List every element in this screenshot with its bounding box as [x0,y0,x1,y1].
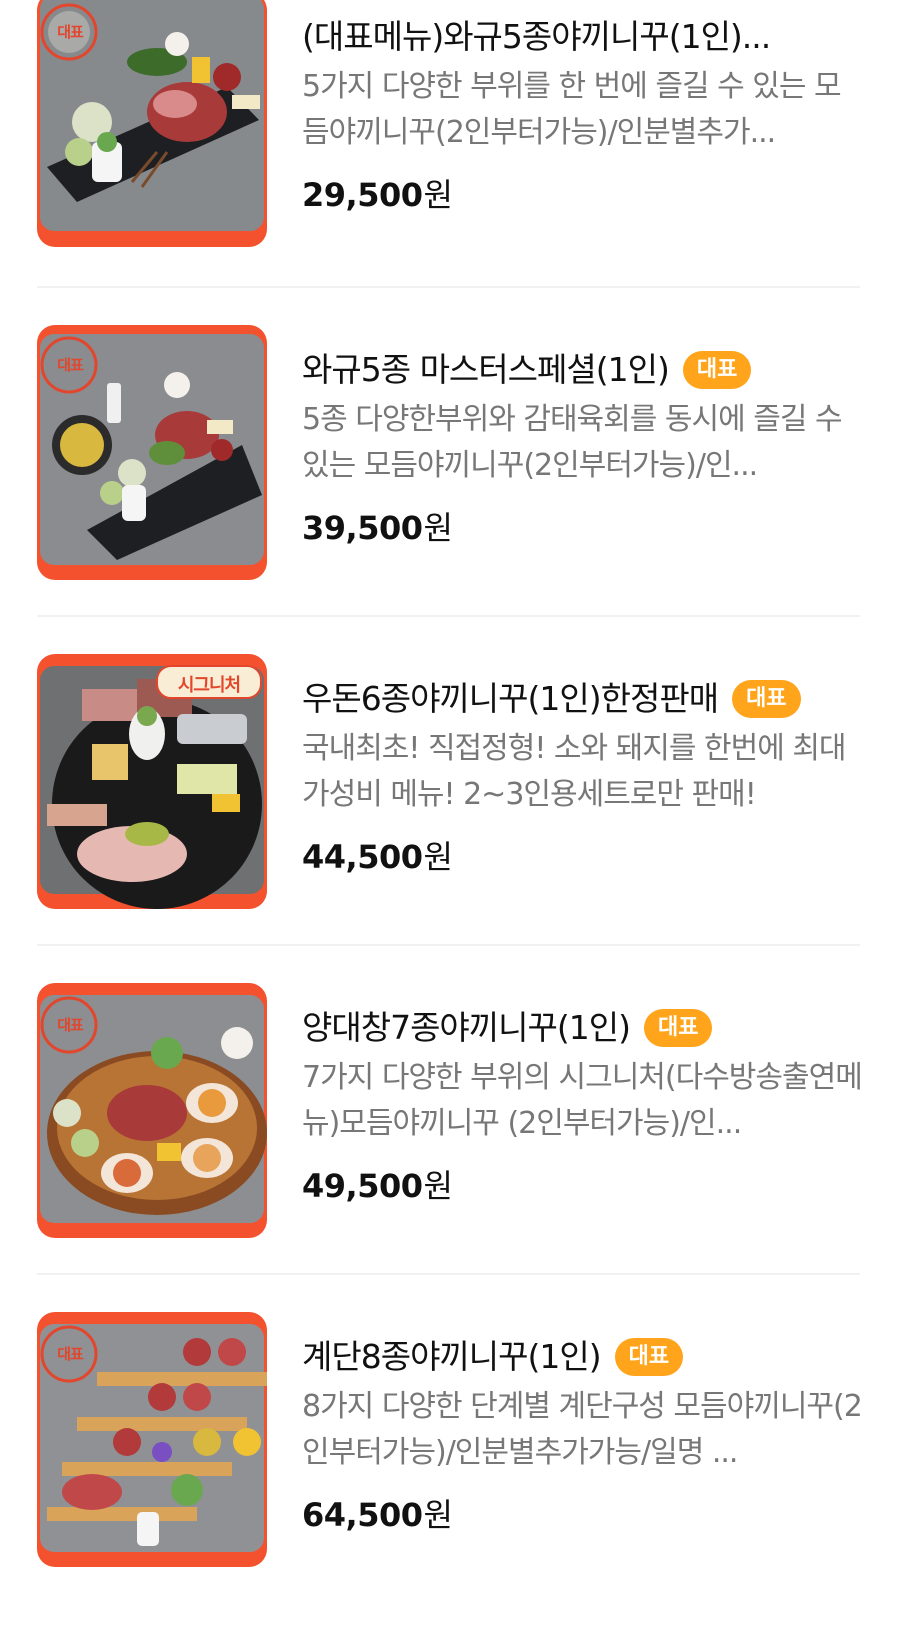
menu-item[interactable]: 대표 계단8종야끼니꾸(1인) 대표 8가지 다양한 단계별 계단구성 모듬야끼… [37,1312,862,1641]
menu-item-image: 대표 [37,325,267,580]
price-currency: 원 [423,838,453,876]
menu-item-image: 대표 [37,1312,267,1567]
representative-badge: 대표 [732,680,801,718]
price-value: 49,500 [302,1167,423,1205]
menu-item-title-row: 우돈6종야끼니꾸(1인)한정판매 대표 [302,678,862,720]
stamp-label: 대표 [57,23,84,41]
representative-badge: 대표 [614,1338,684,1376]
menu-item-description: 8가지 다양한 단계별 계단구성 모듬야끼니꾸(2인부터가능)/인분별추가가능/… [302,1389,862,1470]
price-value: 44,500 [302,838,423,876]
divider [37,1273,860,1275]
divider [37,615,860,617]
menu-item-price: 29,500원 [302,170,862,216]
menu-item-title-row: 양대창7종야끼니꾸(1인) 대표 [302,1007,862,1049]
menu-item-image: 대표 [37,0,267,247]
menu-item-title: (대표메뉴)와규5종야끼니꾸(1인)... [302,17,771,56]
price-currency: 원 [423,1496,453,1534]
menu-item-description: 국내최초! 직접정형! 소와 돼지를 한번에 최대 가성비 메뉴! 2~3인용세… [302,731,847,812]
menu-item-description: 5종 다양한부위와 감태육회를 동시에 즐길 수 있는 모듬야끼니꾸(2인부터가… [302,402,843,483]
menu-item-image: 시그니처 [37,654,267,909]
menu-item-title: 우돈6종야끼니꾸(1인)한정판매 [302,679,719,718]
menu-item-price: 49,500원 [302,1161,862,1207]
representative-badge: 대표 [682,351,752,389]
menu-item[interactable]: 대표 (대표메뉴)와규5종야끼니꾸(1인)... 5가지 다양한 부위를 한 번… [37,0,860,321]
price-currency: 원 [423,509,453,547]
price-value: 64,500 [302,1496,423,1534]
divider [37,286,860,288]
menu-item-title-row: 와규5종 마스터스페셜(1인) 대표 [302,349,862,391]
menu-item-title: 와규5종 마스터스페셜(1인) [302,350,669,389]
menu-item-description: 5가지 다양한 부위를 한 번에 즐길 수 있는 모듬야끼니꾸(2인부터가능)/… [302,69,842,150]
menu-item-title-row: (대표메뉴)와규5종야끼니꾸(1인)... [302,16,862,58]
stamp-label: 대표 [57,1016,84,1034]
menu-item[interactable]: 대표 양대창7종야끼니꾸(1인) 대표 7가지 다양한 부위의 시그니처(다수방… [37,983,862,1312]
price-value: 29,500 [302,176,423,214]
menu-item-description: 7가지 다양한 부위의 시그니처(다수방송출연메뉴)모듬야끼니꾸 (2인부터가능… [302,1060,862,1141]
stamp-label: 시그니처 [177,675,241,696]
divider [37,944,860,946]
menu-item-title: 양대창7종야끼니꾸(1인) [302,1008,630,1047]
menu-item-image: 대표 [37,983,267,1238]
price-currency: 원 [423,1167,453,1205]
menu-item-price: 39,500원 [302,503,862,549]
menu-item[interactable]: 시그니처 우돈6종야끼니꾸(1인)한정판매 대표 국내최초! 직접정형! 소와 … [37,654,860,983]
menu-item[interactable]: 대표 와규5종 마스터스페셜(1인) 대표 5종 다양한부위와 감태육회를 동시… [37,325,860,654]
stamp-label: 대표 [57,356,84,374]
menu-item-title-row: 계단8종야끼니꾸(1인) 대표 [302,1336,862,1378]
representative-badge: 대표 [643,1009,713,1047]
price-currency: 원 [423,176,453,214]
stamp-label: 대표 [57,1345,84,1363]
menu-item-price: 44,500원 [302,832,862,878]
price-value: 39,500 [302,509,423,547]
menu-item-title: 계단8종야끼니꾸(1인) [302,1337,601,1376]
menu-item-price: 64,500원 [302,1490,862,1536]
